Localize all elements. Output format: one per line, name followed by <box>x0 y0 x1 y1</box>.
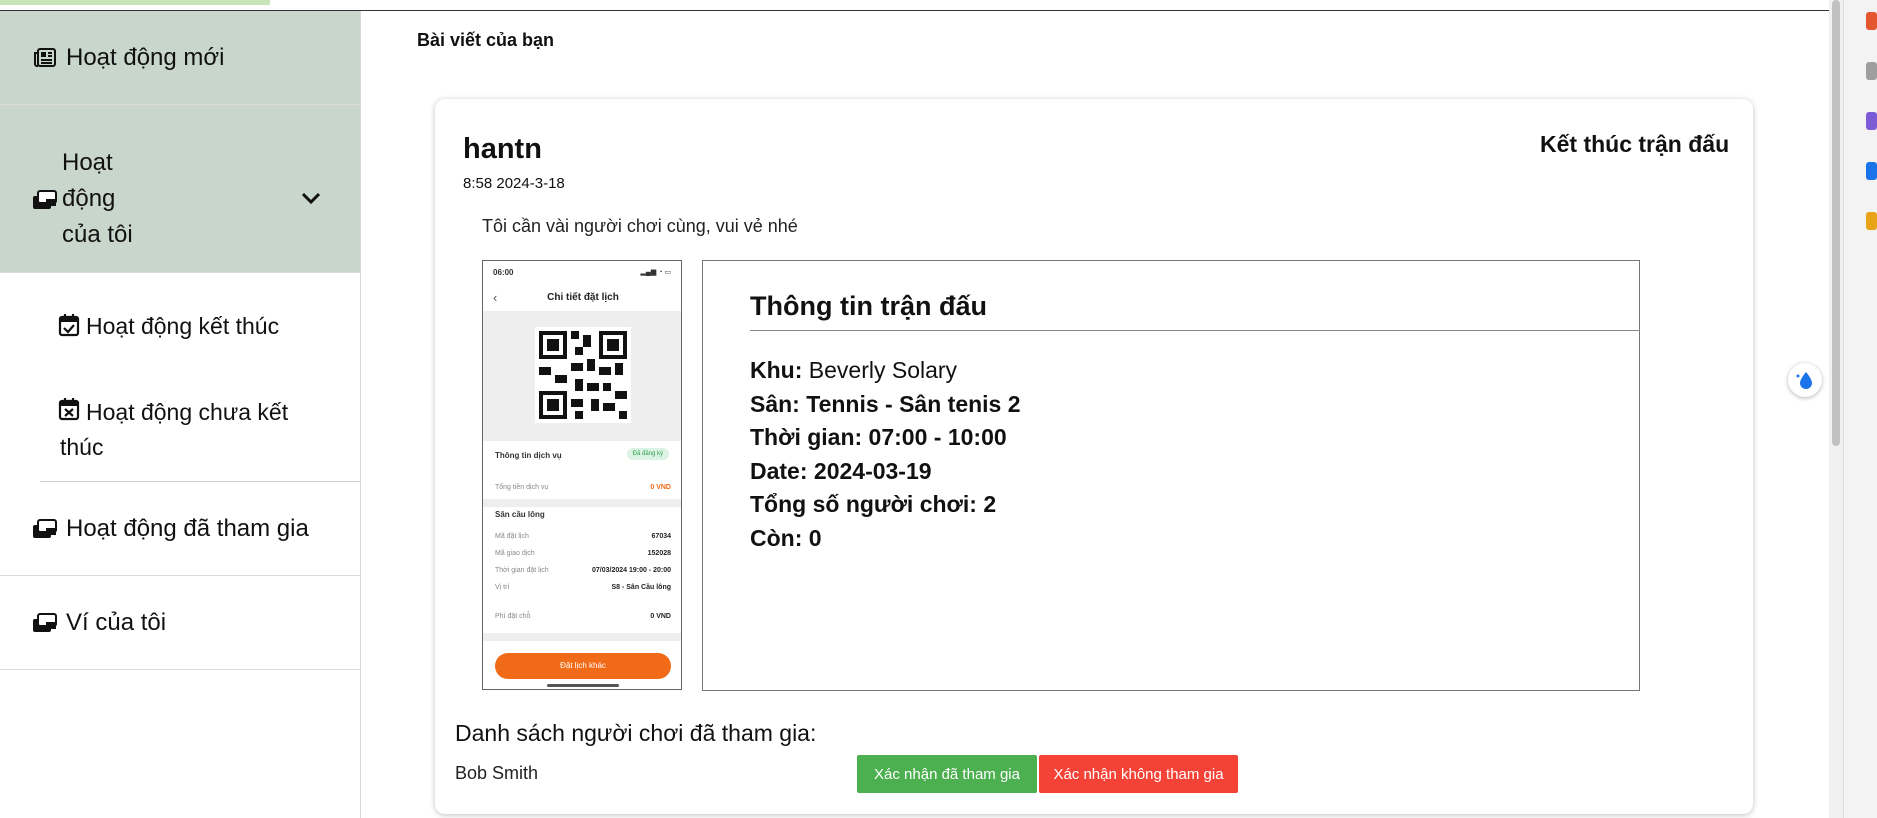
side-app-icon[interactable] <box>1866 212 1877 230</box>
chevron-down-icon[interactable] <box>298 185 324 211</box>
post-content: Tôi cần vài người chơi cùng, vui vẻ nhé <box>482 216 798 236</box>
sidebar: Hoạt động mới Hoạt động của tôi Hoạt độn… <box>0 11 361 818</box>
booking-screenshot: 06:00 ▂▄▆ ◔ ▭ ‹ Chi tiết đặt lịch Thông … <box>482 260 682 690</box>
match-court: Sân: Tennis - Sân tenis 2 <box>750 390 1021 417</box>
match-info-title: Thông tin trận đấu <box>750 291 987 321</box>
side-app-icon[interactable] <box>1866 62 1877 80</box>
confirm-joined-button[interactable]: Xác nhận đã tham gia <box>857 755 1037 793</box>
phone-info-label: Thông tin dịch vụ <box>495 451 562 460</box>
sidebar-item-label: Hoạt động của tôi <box>62 149 133 248</box>
sidebar-item-label: Hoạt động đã tham gia <box>66 515 309 542</box>
phone-total-row: Tổng tiền dịch vụ 0 VND <box>495 484 671 491</box>
players-list-title: Danh sách người chơi đã tham gia: <box>455 720 817 746</box>
phone-detail-row: Vị trí S8 - Sân Cầu lông <box>495 584 671 591</box>
calendar-check-icon <box>58 313 82 337</box>
sidebar-subitem-finished[interactable]: Hoạt động kết thúc <box>0 307 360 347</box>
match-remaining: Còn: 0 <box>750 524 822 551</box>
phone-status-time: 06:00 <box>493 268 514 277</box>
qr-code-icon <box>535 327 631 423</box>
phone-separator <box>483 633 681 641</box>
sidebar-divider <box>40 481 360 482</box>
ticket-icon <box>32 610 58 636</box>
sidebar-item-label: Hoạt động mới <box>66 43 225 71</box>
loading-bar <box>0 0 270 5</box>
side-app-icon[interactable] <box>1866 162 1877 180</box>
phone-detail-row: Mã đặt lịch 67034 <box>495 533 671 540</box>
sidebar-item-label: Hoạt động kết thúc <box>86 313 280 339</box>
status-badge: Đã đăng ký <box>626 448 669 460</box>
match-info-divider <box>750 330 1640 331</box>
page-title: Bài viết của bạn <box>417 30 555 50</box>
match-date: Date: 2024-03-19 <box>750 457 932 484</box>
sidebar-item-label: Ví của tôi <box>66 608 167 636</box>
match-area: Khu: Beverly Solary <box>750 357 958 383</box>
sidebar-item-wallet[interactable]: Ví của tôi <box>0 576 360 670</box>
post-time: 8:58 2024-3-18 <box>463 175 565 192</box>
match-info-box: Thông tin trận đấu Khu: Beverly Solary S… <box>702 260 1640 691</box>
phone-detail-row: Thời gian đặt lịch 07/03/2024 19:00 - 20… <box>495 567 671 574</box>
phone-cta-button: Đặt lịch khác <box>495 653 671 679</box>
newspaper-icon <box>32 45 58 71</box>
phone-section-title: Sân cầu lông <box>495 510 545 519</box>
phone-detail-row: Mã giao dịch 152028 <box>495 550 671 557</box>
confirm-not-joined-button[interactable]: Xác nhận không tham gia <box>1039 755 1238 793</box>
scrollbar-thumb[interactable] <box>1832 0 1840 446</box>
phone-status-icons: ▂▄▆ ◔ ▭ <box>640 269 671 276</box>
sidebar-item-label: Hoạt động chưa kết thúc <box>60 399 289 460</box>
ticket-icon <box>32 187 58 213</box>
phone-separator <box>483 499 681 507</box>
water-drop-icon[interactable] <box>1788 363 1822 397</box>
post-author: hantn <box>463 133 542 165</box>
phone-title: Chi tiết đặt lịch <box>547 292 619 303</box>
sidebar-item-new-activities[interactable]: Hoạt động mới <box>0 11 360 105</box>
match-time: Thời gian: 07:00 - 10:00 <box>750 424 1007 450</box>
app-root: Hoạt động mới Hoạt động của tôi Hoạt độn… <box>0 0 1877 818</box>
phone-fee-row: Phí đặt chỗ 0 VND <box>495 613 671 620</box>
match-total-players: Tổng số người chơi: 2 <box>750 491 997 517</box>
sidebar-subitem-unfinished[interactable]: Hoạt động chưa kết thúc <box>0 389 360 469</box>
sidebar-item-joined[interactable]: Hoạt động đã tham gia <box>0 483 360 576</box>
sidebar-item-my-activities[interactable]: Hoạt động của tôi <box>0 105 360 273</box>
ticket-icon <box>32 516 58 542</box>
end-match-button[interactable]: Kết thúc trận đấu <box>1540 131 1729 158</box>
side-app-icon[interactable] <box>1866 12 1877 30</box>
match-info-details: Khu: Beverly Solary Sân: Tennis - Sân te… <box>750 354 1021 555</box>
side-app-icon[interactable] <box>1866 112 1877 130</box>
player-name: Bob Smith <box>455 763 539 783</box>
phone-home-indicator <box>547 684 619 687</box>
